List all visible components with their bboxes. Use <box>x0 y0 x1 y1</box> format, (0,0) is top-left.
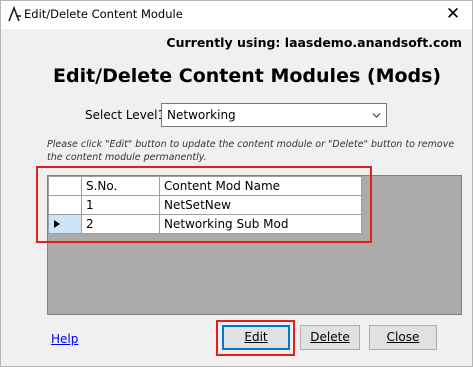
level1-label: Select Level1: <box>85 108 170 122</box>
level1-selected-value: Networking <box>167 108 236 122</box>
close-button[interactable]: Close <box>369 325 437 350</box>
delete-button-label: Delete <box>310 330 350 344</box>
app-logo-icon <box>8 6 21 22</box>
window-title: Edit/Delete Content Module <box>24 7 183 21</box>
help-link[interactable]: Help <box>51 332 78 346</box>
page-title: Edit/Delete Content Modules (Mods) <box>53 65 442 87</box>
close-button-label: Close <box>386 330 420 344</box>
instructions-text: Please click "Edit" button to update the… <box>47 139 455 163</box>
current-site-label: Currently using: laasdemo.anandsoft.com <box>166 35 462 50</box>
edit-highlight-annotation <box>216 320 295 356</box>
chevron-down-icon <box>372 113 381 118</box>
grid-highlight-annotation <box>36 166 372 243</box>
delete-button[interactable]: Delete <box>300 325 360 350</box>
dialog-window: Edit/Delete Content Module ✕ Currently u… <box>0 0 473 367</box>
close-window-icon[interactable]: ✕ <box>444 4 462 24</box>
title-bar[interactable]: Edit/Delete Content Module ✕ <box>1 1 472 29</box>
level1-dropdown[interactable]: Networking <box>161 103 387 127</box>
